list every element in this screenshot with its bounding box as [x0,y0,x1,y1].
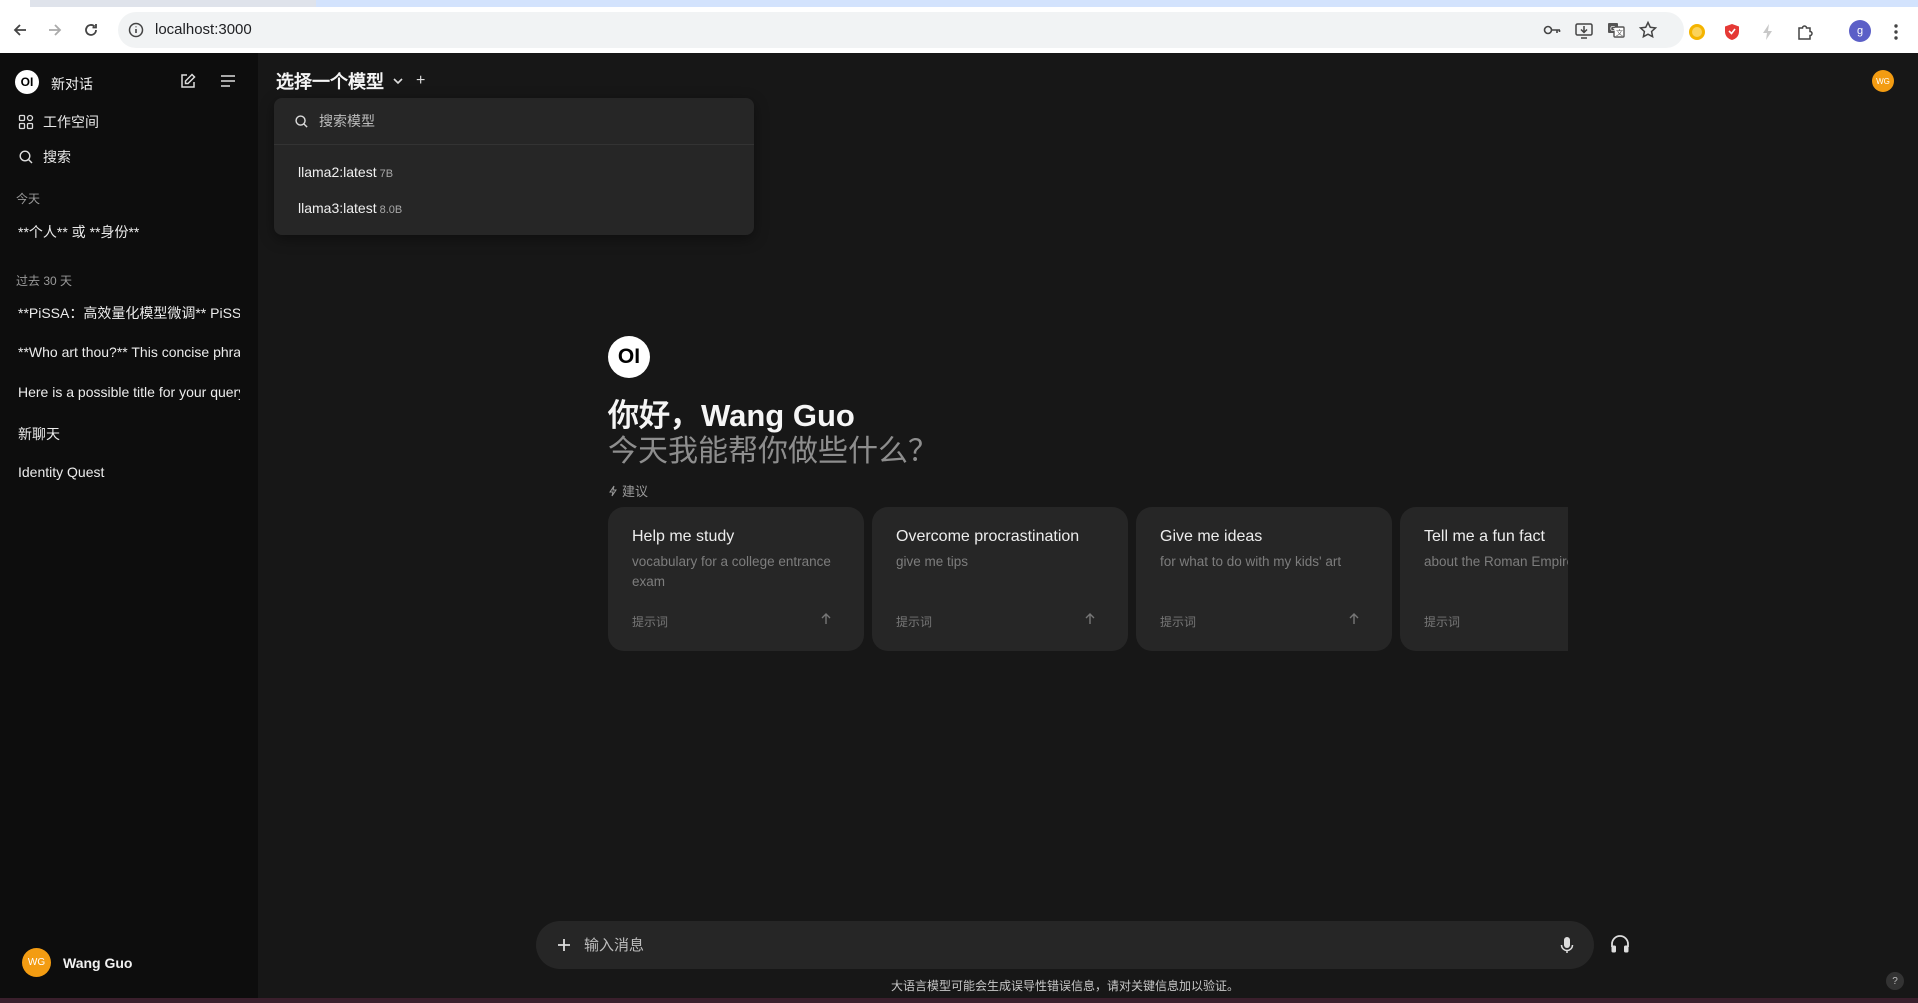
suggestions-label-text: 建议 [622,484,649,499]
add-attachment-icon[interactable] [554,935,574,955]
sidebar-item-label: 搜索 [43,149,71,165]
model-size: 7B [379,168,394,180]
microphone-icon[interactable] [1557,935,1577,955]
sidebar-menu-icon[interactable] [219,72,237,90]
site-info-icon[interactable] [128,22,144,38]
chat-input-bar [536,921,1594,969]
sidebar-item-label: 工作空间 [43,114,99,130]
chat-history-item[interactable]: **个人** 或 **身份** [18,222,240,242]
model-dropdown: llama2:latest7B llama3:latest8.0B [274,98,754,235]
url-text[interactable]: localhost:3000 [155,21,252,38]
bookmark-star-icon[interactable] [1638,20,1658,40]
model-name: llama2:latest [298,164,377,180]
hero-logo: OI [608,336,650,378]
model-selector-label: 选择一个模型 [276,72,384,92]
sidebar: OI 新对话 工作空间 搜索 今天 **个人** 或 **身份** 过去 30 … [0,53,258,998]
bolt-icon [609,485,617,496]
install-app-icon[interactable] [1574,20,1594,40]
avatar: WG [22,948,51,977]
taskbar-edge [0,998,1918,1003]
model-name: llama3:latest [298,200,377,216]
suggestion-prompt-label: 提示词 [632,615,669,629]
address-bar[interactable]: localhost:3000 G文 [118,12,1684,48]
browser-tab-strip [0,0,1918,7]
suggestion-subtitle: vocabulary for a college entrance exam [632,554,831,589]
extension-bolt-icon[interactable] [1758,22,1778,42]
forward-icon[interactable] [42,17,68,43]
suggestion-subtitle: about the Roman Empire [1424,554,1568,569]
suggestion-subtitle: give me tips [896,554,969,569]
extensions-puzzle-icon[interactable] [1795,22,1815,42]
search-icon [19,150,33,164]
arrow-up-icon [821,613,831,624]
extension-shield-icon[interactable] [1722,22,1742,42]
suggestion-title: Help me study [632,528,735,545]
main-panel: 选择一个模型 + WG llama2:latest7B llama3:lates… [258,53,1918,998]
suggestion-card[interactable]: Overcome procrastination give me tips 提示… [872,507,1128,651]
suggestion-title: Overcome procrastination [896,528,1080,545]
sidebar-item-search[interactable]: 搜索 [18,147,71,167]
chat-history-item[interactable]: **PiSSA：高效量化模型微调** PiSSA [18,303,240,323]
workspace-grid-icon [18,114,34,130]
new-chat-link[interactable]: 新对话 [51,74,93,94]
suggestion-prompt-label: 提示词 [1424,615,1461,629]
suggestion-card[interactable]: Tell me a fun fact about the Roman Empir… [1400,507,1568,651]
chat-history-item[interactable]: 新聊天 [18,424,240,444]
sidebar-item-workspace[interactable]: 工作空间 [18,112,99,132]
model-option[interactable]: llama3:latest 8.0B [298,200,402,216]
browser-menu-icon[interactable] [1886,22,1906,42]
chat-history-item[interactable]: Here is a possible title for your query [18,384,240,400]
model-option[interactable]: llama2:latest 7B [298,164,393,180]
extension-coin-icon[interactable] [1687,22,1707,42]
suggestion-prompt-label: 提示词 [896,615,933,629]
suggestion-subtitle: for what to do with my kids' art [1160,554,1342,569]
reload-icon[interactable] [78,17,104,43]
svg-text:文: 文 [1616,28,1623,37]
suggestion-prompt-label: 提示词 [1160,615,1197,629]
search-icon [295,114,308,128]
app-logo[interactable]: OI [15,70,39,94]
avatar[interactable]: WG [1872,70,1894,92]
suggestions-label: 建议 [608,481,648,500]
arrow-up-icon [1349,613,1359,624]
suggestion-card[interactable]: Give me ideas for what to do with my kid… [1136,507,1392,651]
section-label-past-30-days: 过去 30 天 [16,274,73,288]
suggestion-cards: Help me study vocabulary for a college e… [608,507,1568,651]
back-icon[interactable] [7,17,33,43]
model-search [274,98,754,145]
headphones-icon[interactable] [1609,933,1631,955]
user-name: Wang Guo [63,954,133,971]
section-label-today: 今天 [16,192,41,206]
model-search-input[interactable] [319,113,719,129]
add-model-button[interactable]: + [416,72,425,90]
chat-history-item[interactable]: **Who art thou?** This concise phrase [18,344,240,360]
disclaimer-text: 大语言模型可能会生成误导性错误信息，请对关键信息加以验证。 [890,979,1239,993]
arrow-up-icon [1085,613,1095,624]
browser-toolbar: localhost:3000 G文 g [0,7,1918,53]
new-chat-edit-icon[interactable] [179,72,197,90]
chat-history-item[interactable]: Identity Quest [18,464,240,480]
suggestion-card[interactable]: Help me study vocabulary for a college e… [608,507,864,651]
help-button[interactable]: ? [1886,972,1904,990]
chat-message-input[interactable] [584,931,1534,959]
browser-profile-avatar[interactable]: g [1849,20,1871,42]
svg-text:G: G [1610,25,1615,33]
active-tab-edge[interactable] [0,0,30,7]
password-key-icon[interactable] [1542,20,1562,40]
tab-strip-background [316,0,1918,7]
suggestion-title: Tell me a fun fact [1424,528,1545,545]
model-selector[interactable]: 选择一个模型 + [276,68,425,94]
suggestion-title: Give me ideas [1160,528,1263,545]
user-menu[interactable]: WG Wang Guo [22,948,132,977]
model-size: 8.0B [379,204,403,216]
translate-icon[interactable]: G文 [1606,20,1626,40]
greeting-subtitle: 今天我能帮你做些什么？ [608,435,938,468]
chevron-down-icon [393,78,403,85]
